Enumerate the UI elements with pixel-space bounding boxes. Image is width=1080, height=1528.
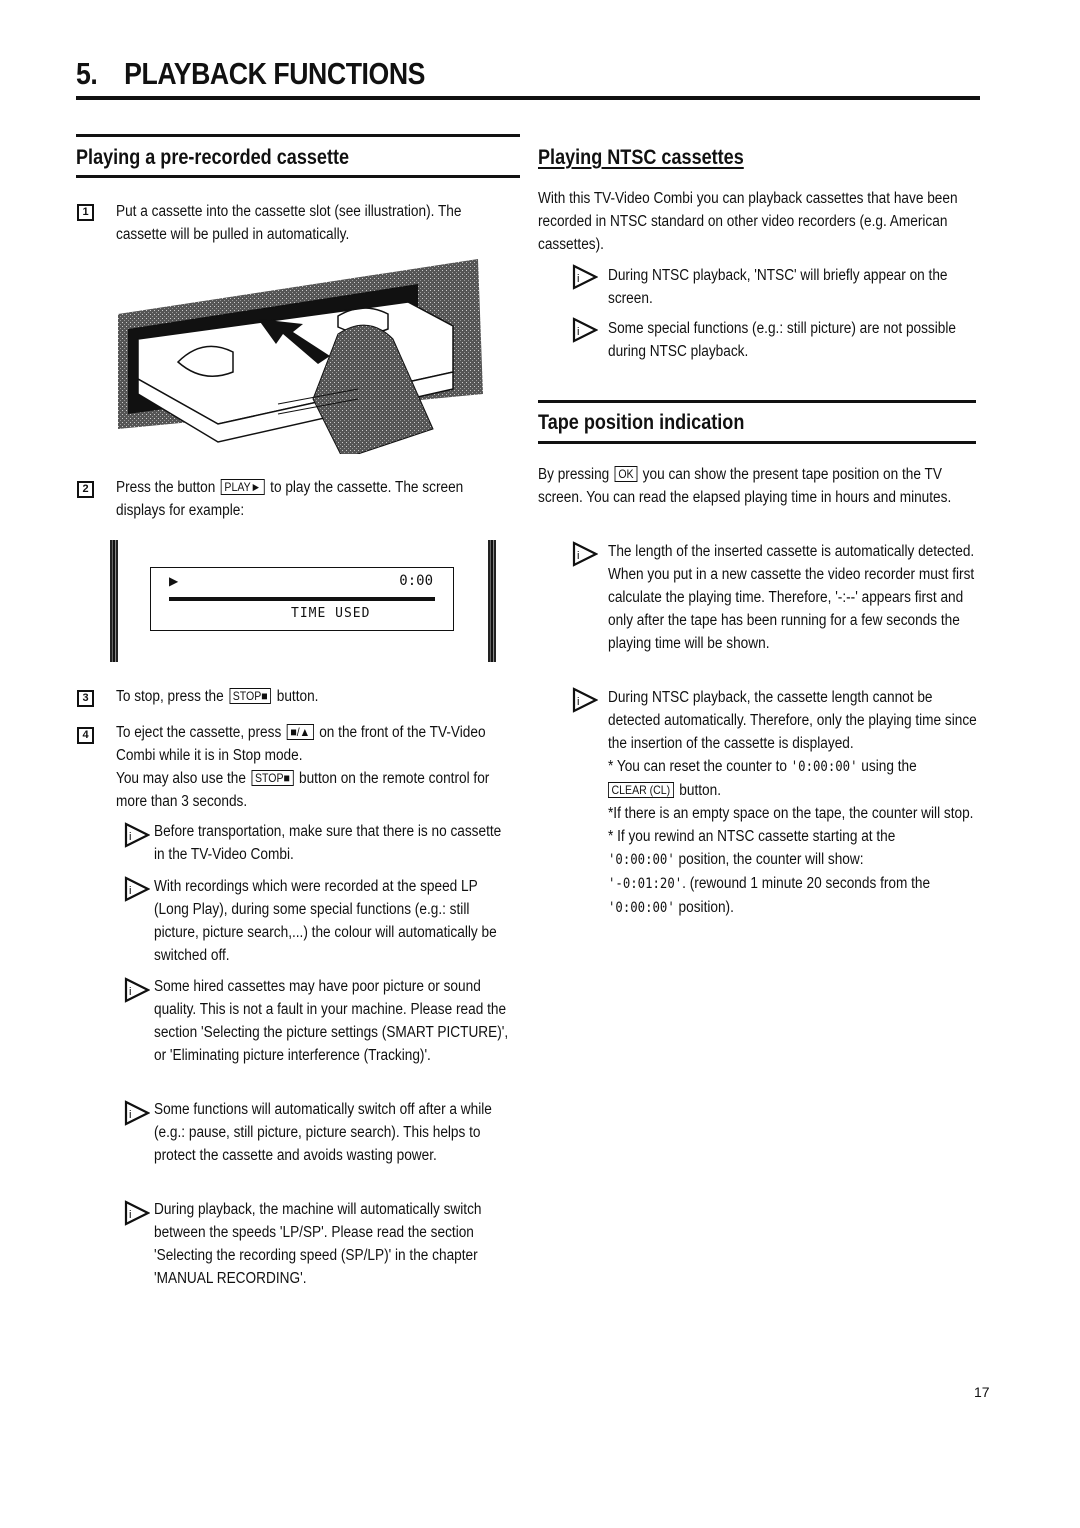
- bullet-1-pre: * You can reset the counter to: [608, 758, 791, 775]
- chapter-title: 5. PLAYBACK FUNCTIONS: [76, 56, 425, 92]
- note-left-4: Some functions will automatically switch…: [154, 1101, 492, 1164]
- play-icon: ▶: [169, 574, 179, 588]
- bullet-3-post: . (rewound 1 minute 20 seconds from the: [682, 875, 931, 892]
- chapter-number: 5.: [76, 56, 98, 91]
- ntsc-note-1: During NTSC playback, 'NTSC' will briefl…: [608, 267, 948, 307]
- svg-text:i: i: [129, 1209, 131, 1221]
- step-2-pre: Press the button: [116, 479, 216, 496]
- info-icon: i: [124, 876, 151, 902]
- chapter-rule: [76, 96, 980, 100]
- osd-box: ▶ 0:00 TIME USED: [150, 567, 454, 631]
- bullet-3-pre: * If you rewind an NTSC cassette startin…: [608, 828, 896, 845]
- section-rule-bottom: [538, 441, 976, 444]
- bullet-3-mid: position, the counter will show:: [674, 851, 864, 868]
- section-heading-tape-position: Tape position indication: [538, 411, 745, 434]
- clear-key: CLEAR (CL): [608, 782, 674, 798]
- svg-text:i: i: [577, 326, 579, 338]
- info-icon: i: [572, 687, 599, 713]
- bullet-3-code-1: '0:00:00': [608, 852, 675, 868]
- info-icon: i: [572, 264, 599, 290]
- bullet-1-code: '0:00:00': [790, 759, 858, 775]
- info-icon: i: [124, 977, 151, 1003]
- chapter-title-text: PLAYBACK FUNCTIONS: [124, 56, 426, 91]
- step-3-pre: To stop, press the: [116, 688, 224, 705]
- section-rule-bottom: [76, 175, 520, 178]
- bullet-3-code-3: '0:00:00': [608, 900, 675, 916]
- osd-label: TIME USED: [291, 606, 371, 621]
- step-2-text: Press the button PLAY► to play the casse…: [116, 476, 512, 522]
- section-heading-pre-recorded: Playing a pre-recorded cassette: [76, 146, 350, 169]
- screen-side-bar-left: [110, 540, 118, 662]
- bullet-1-post: using the: [857, 758, 917, 775]
- note-left-2: With recordings which were recorded at t…: [154, 878, 497, 964]
- info-icon: i: [572, 541, 599, 567]
- tape-note-2: During NTSC playback, the cassette lengt…: [608, 686, 982, 920]
- bullet-3-end: position).: [674, 899, 734, 916]
- step-number-4: 4: [77, 727, 94, 744]
- info-icon: i: [124, 1100, 151, 1126]
- cassette-insertion-illustration: [118, 254, 488, 460]
- svg-text:i: i: [577, 696, 579, 708]
- step-4-pre: To eject the cassette, press: [116, 724, 282, 741]
- ntsc-intro: With this TV-Video Combi you can playbac…: [538, 190, 958, 253]
- svg-text:i: i: [129, 831, 131, 843]
- screen-side-bar-right: [488, 540, 496, 662]
- step-number-3: 3: [77, 690, 94, 707]
- stop-key-remote: STOP■: [251, 770, 294, 786]
- svg-text:i: i: [129, 885, 131, 897]
- tape-note-2-text: During NTSC playback, the cassette lengt…: [608, 689, 977, 752]
- eject-key: ■/▲: [286, 724, 314, 740]
- page-number: 17: [974, 1384, 990, 1400]
- ok-key: OK: [614, 466, 638, 482]
- tape-note-1: The length of the inserted cassette is a…: [608, 543, 975, 652]
- step-number-1: 1: [77, 204, 94, 221]
- play-key: PLAY►: [220, 479, 265, 495]
- section-heading-ntsc: Playing NTSC cassettes: [538, 146, 744, 169]
- info-icon: i: [124, 822, 151, 848]
- step-1-text: Put a cassette into the cassette slot (s…: [116, 203, 462, 243]
- note-left-3: Some hired cassettes may have poor pictu…: [154, 978, 509, 1064]
- screen-display-example: ▶ 0:00 TIME USED: [110, 540, 510, 662]
- stop-key: STOP■: [229, 688, 272, 704]
- step-3-text: To stop, press the STOP■ button.: [116, 685, 512, 708]
- step-4-text: To eject the cassette, press ■/▲ on the …: [116, 721, 512, 813]
- note-left-5: During playback, the machine will automa…: [154, 1201, 482, 1287]
- step-3-post: button.: [276, 688, 319, 705]
- svg-text:i: i: [129, 986, 131, 998]
- info-icon: i: [124, 1200, 151, 1226]
- svg-text:i: i: [577, 273, 579, 285]
- bullet-3-code-2: '-0:01:20': [608, 876, 683, 892]
- step-4-pre2: You may also use the: [116, 770, 246, 787]
- svg-text:i: i: [577, 550, 579, 562]
- tape-intro-pre: By pressing: [538, 466, 610, 483]
- svg-text:i: i: [129, 1109, 131, 1121]
- osd-time: 0:00: [399, 573, 433, 589]
- bullet-2: *If there is an empty space on the tape,…: [608, 805, 974, 822]
- note-left-1: Before transportation, make sure that th…: [154, 823, 502, 863]
- osd-bar: [169, 597, 435, 601]
- step-number-2: 2: [77, 481, 94, 498]
- ntsc-note-2: Some special functions (e.g.: still pict…: [608, 320, 956, 360]
- bullet-1-end: button.: [679, 782, 721, 799]
- section-rule-top: [76, 134, 520, 137]
- section-rule-top: [538, 400, 976, 403]
- tape-intro: By pressing OK you can show the present …: [538, 463, 978, 509]
- info-icon: i: [572, 317, 599, 343]
